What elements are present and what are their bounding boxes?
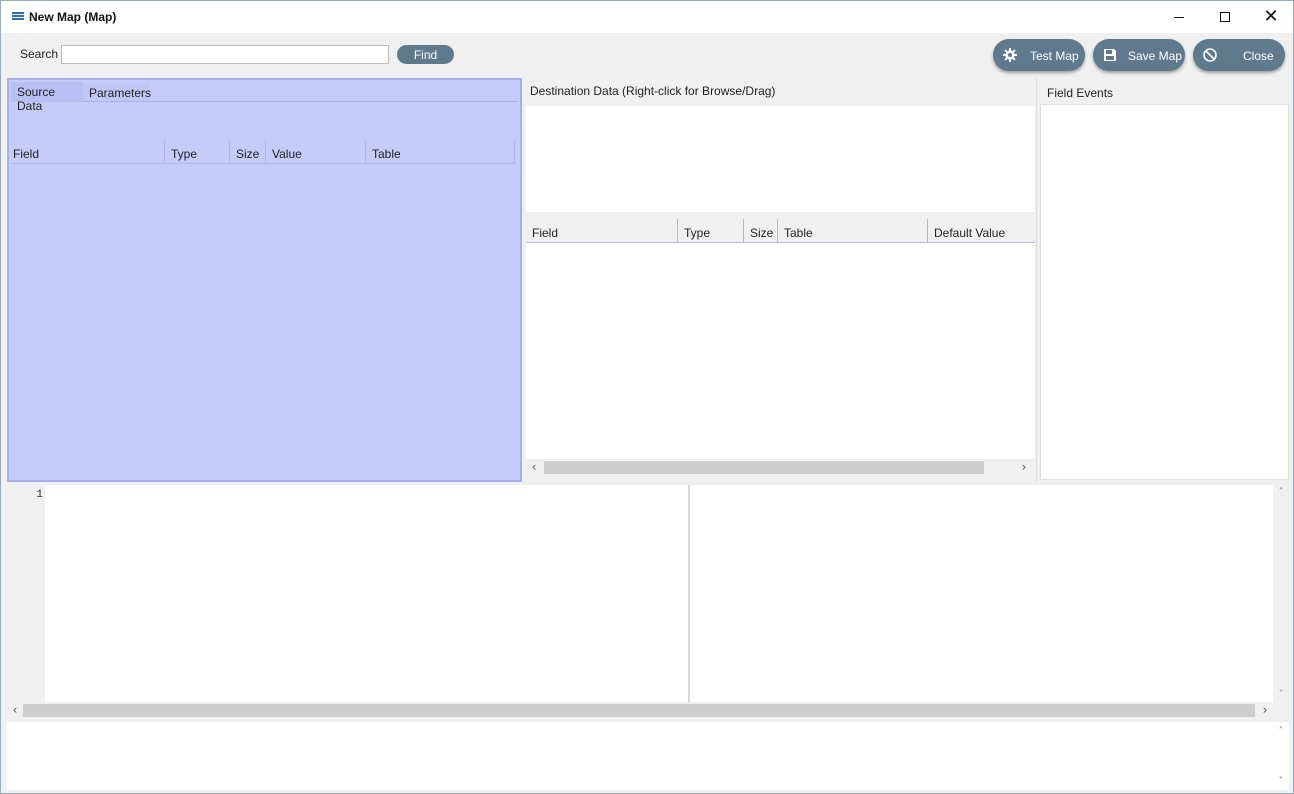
destination-data-panel: Destination Data (Right-click for Browse… <box>524 78 1040 482</box>
save-map-label: Save Map <box>1128 49 1183 63</box>
window-title: New Map (Map) <box>29 10 117 24</box>
editor-vertical-scrollbar[interactable]: ˄ ˅ <box>1273 485 1289 703</box>
source-data-panel[interactable]: Source Data Parameters <box>7 78 522 482</box>
source-grid-header: Field Type Size Value Table <box>7 140 515 164</box>
field-events-list[interactable] <box>1040 104 1289 480</box>
column-header-size[interactable]: Size <box>744 219 778 243</box>
scroll-up-icon[interactable]: ˄ <box>1273 485 1289 499</box>
output-pane[interactable]: ˄ ˅ <box>7 722 1289 790</box>
minimize-icon <box>1174 16 1184 18</box>
find-button[interactable]: Find <box>397 45 454 64</box>
window-close-button[interactable]: ✕ <box>1248 1 1294 33</box>
column-header-field[interactable]: Field <box>7 140 165 164</box>
destination-title: Destination Data (Right-click for Browse… <box>530 84 776 98</box>
gear-icon <box>1003 48 1017 62</box>
title-bar: New Map (Map) ✕ <box>1 1 1293 33</box>
scroll-left-icon[interactable]: ‹ <box>7 702 23 718</box>
close-icon: ✕ <box>1263 6 1279 27</box>
scroll-left-icon[interactable]: ‹ <box>526 459 542 475</box>
column-header-field[interactable]: Field <box>526 219 678 243</box>
destination-grid-header: Field Type Size Table Default Value <box>526 219 1035 243</box>
editor-splitter[interactable] <box>688 485 690 703</box>
scrollbar-thumb[interactable] <box>23 704 1255 717</box>
maximize-button[interactable] <box>1202 1 1248 33</box>
app-menu-icon[interactable] <box>12 12 24 21</box>
field-events-panel: Field Events <box>1036 78 1289 482</box>
destination-horizontal-scrollbar[interactable]: ‹ › <box>526 459 1040 475</box>
column-header-type[interactable]: Type <box>678 219 744 243</box>
floppy-disk-icon <box>1104 49 1116 61</box>
line-number: 1 <box>36 489 43 501</box>
column-header-table[interactable]: Table <box>366 140 515 164</box>
close-map-label: Close <box>1243 49 1274 63</box>
ban-icon <box>1203 48 1217 62</box>
search-label: Search <box>20 47 59 61</box>
output-vertical-scrollbar[interactable]: ˄ ˅ <box>1273 722 1289 790</box>
editor-horizontal-scrollbar[interactable]: ‹ › <box>7 702 1273 718</box>
search-input[interactable] <box>61 45 389 64</box>
destination-tree-area[interactable] <box>526 106 1035 212</box>
save-map-button[interactable]: Save Map <box>1093 39 1185 71</box>
map-editor-window: New Map (Map) ✕ Search Find Test Map Sav… <box>0 0 1294 794</box>
close-map-button[interactable]: Close <box>1193 39 1285 71</box>
scroll-down-icon[interactable]: ˅ <box>1273 774 1289 788</box>
script-editor[interactable]: 1 ˄ ˅ <box>7 485 1289 703</box>
source-tabs: Source Data Parameters <box>11 82 518 113</box>
column-header-default-value[interactable]: Default Value <box>928 219 1035 243</box>
tab-parameters[interactable]: Parameters <box>83 84 151 101</box>
destination-grid-body[interactable] <box>526 243 1035 459</box>
scroll-right-icon[interactable]: › <box>1257 702 1273 718</box>
test-map-label: Test Map <box>1030 49 1079 63</box>
scroll-right-icon[interactable]: › <box>1016 459 1032 475</box>
column-header-type[interactable]: Type <box>165 140 230 164</box>
test-map-button[interactable]: Test Map <box>993 39 1085 71</box>
scroll-up-icon[interactable]: ˄ <box>1273 724 1289 738</box>
scroll-down-icon[interactable]: ˅ <box>1273 687 1289 701</box>
field-events-title: Field Events <box>1047 86 1114 100</box>
column-header-size[interactable]: Size <box>230 140 266 164</box>
column-header-table[interactable]: Table <box>778 219 928 243</box>
tab-source-data[interactable]: Source Data <box>11 82 83 113</box>
scrollbar-thumb[interactable] <box>544 461 984 474</box>
line-number-gutter: 1 <box>7 485 45 703</box>
maximize-icon <box>1220 12 1230 22</box>
column-header-value[interactable]: Value <box>266 140 366 164</box>
minimize-button[interactable] <box>1156 1 1202 33</box>
